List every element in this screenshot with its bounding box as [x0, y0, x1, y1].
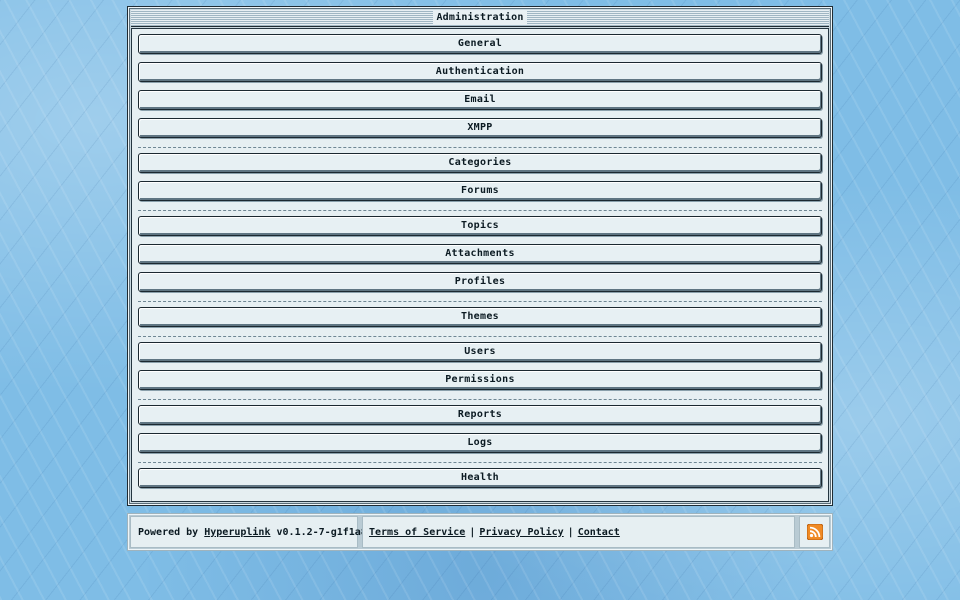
powered-by-label: Powered by	[138, 526, 199, 538]
xmpp-button[interactable]: XMPP	[138, 118, 822, 138]
forums-button[interactable]: Forums	[138, 181, 822, 201]
email-button[interactable]: Email	[138, 90, 822, 110]
categories-button[interactable]: Categories	[138, 153, 822, 173]
menu-group-monitoring: Reports Logs	[138, 405, 822, 463]
rss-feed-icon[interactable]	[806, 524, 823, 540]
authentication-button[interactable]: Authentication	[138, 62, 822, 82]
footer-separator: |	[567, 526, 574, 538]
panel-title-bar: Administration	[131, 10, 829, 27]
menu-group-access: Users Permissions	[138, 342, 822, 400]
profiles-button[interactable]: Profiles	[138, 272, 822, 292]
contact-link[interactable]: Contact	[578, 527, 620, 538]
menu-group-health: Health	[138, 468, 822, 497]
permissions-button[interactable]: Permissions	[138, 370, 822, 390]
page-footer: Powered by Hyperuplink v0.1.2-7-g1f1a8be…	[127, 513, 833, 551]
panel-title: Administration	[433, 11, 527, 25]
footer-links: Terms of Service | Privacy Policy | Cont…	[362, 516, 795, 548]
footer-separator: |	[469, 526, 476, 538]
attachments-button[interactable]: Attachments	[138, 244, 822, 264]
reports-button[interactable]: Reports	[138, 405, 822, 425]
logs-button[interactable]: Logs	[138, 433, 822, 453]
general-button[interactable]: General	[138, 34, 822, 54]
terms-of-service-link[interactable]: Terms of Service	[369, 527, 465, 538]
menu-group-content: Topics Attachments Profiles	[138, 216, 822, 302]
powered-by: Powered by Hyperuplink v0.1.2-7-g1f1a8be	[130, 516, 379, 548]
admin-menu: General Authentication Email XMPP Catego…	[131, 28, 829, 502]
menu-group-structure: Categories Forums	[138, 153, 822, 211]
topics-button[interactable]: Topics	[138, 216, 822, 236]
administration-panel: Administration General Authentication Em…	[127, 6, 833, 506]
hyperuplink-link[interactable]: Hyperuplink	[204, 527, 270, 538]
users-button[interactable]: Users	[138, 342, 822, 362]
rss-feed-button[interactable]	[799, 516, 830, 548]
themes-button[interactable]: Themes	[138, 307, 822, 327]
privacy-policy-link[interactable]: Privacy Policy	[479, 527, 563, 538]
health-button[interactable]: Health	[138, 468, 822, 488]
menu-group-appearance: Themes	[138, 307, 822, 337]
menu-group-site: General Authentication Email XMPP	[138, 34, 822, 148]
